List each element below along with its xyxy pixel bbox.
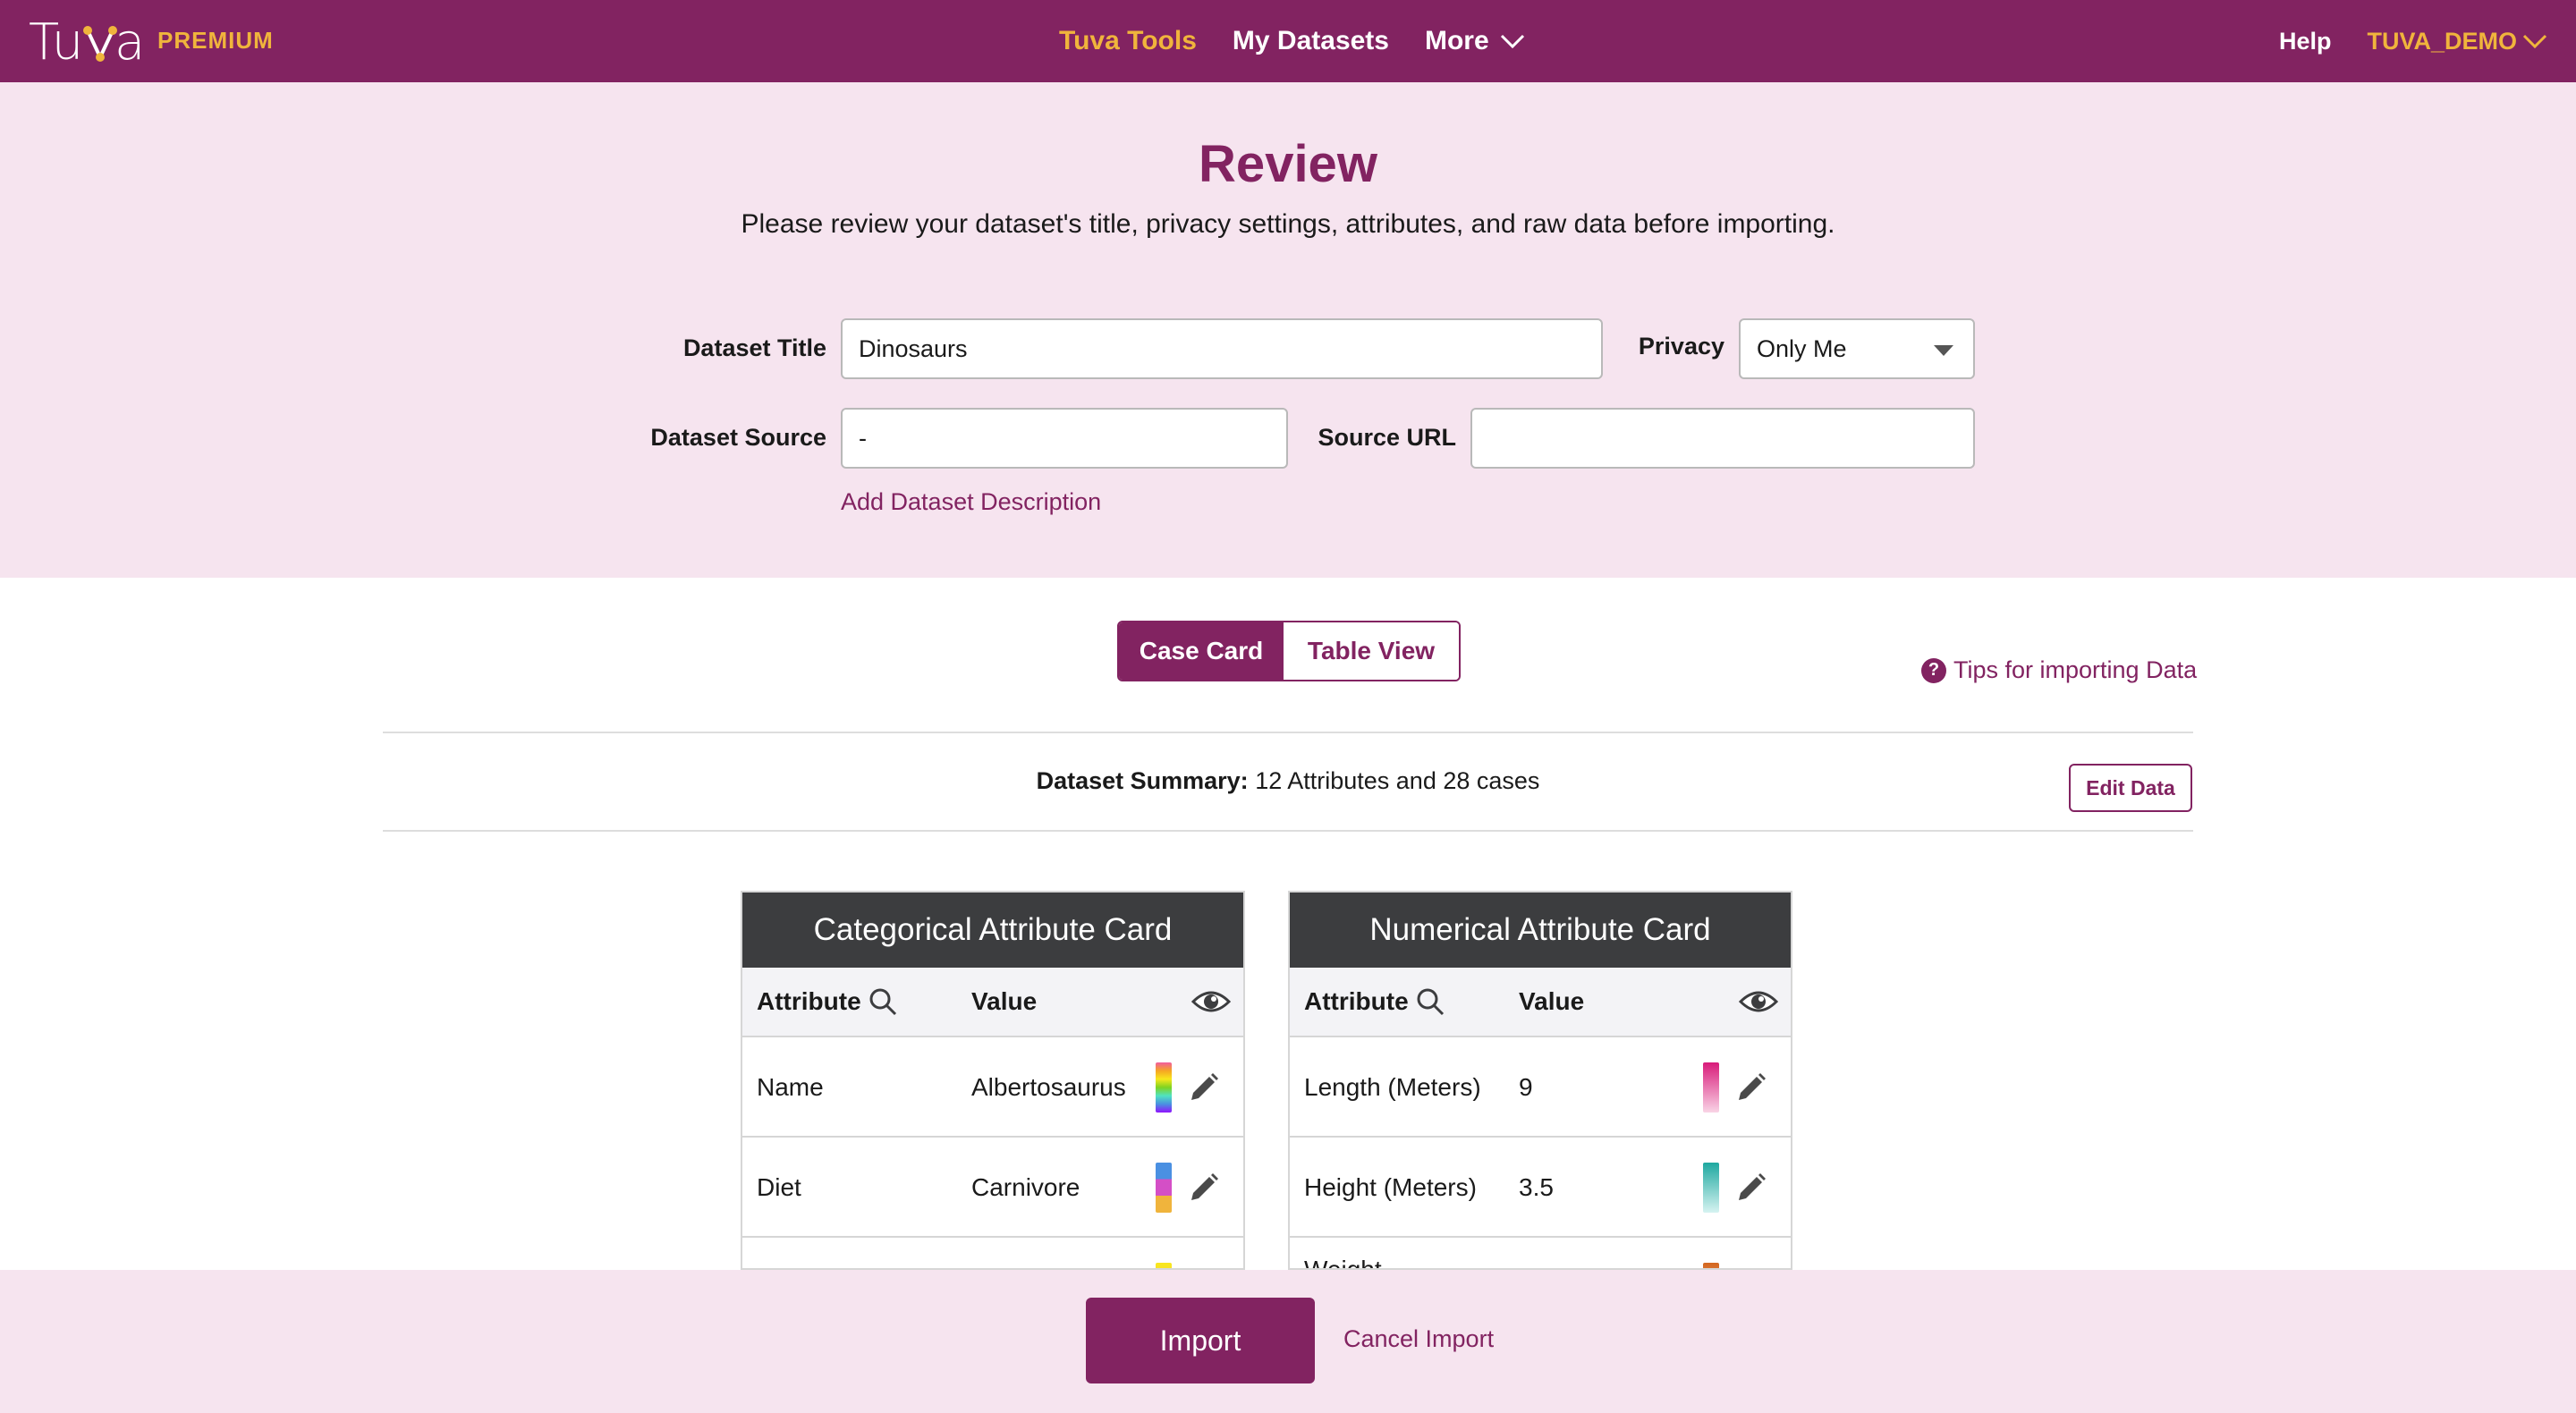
card-title: Categorical Attribute Card	[742, 893, 1243, 968]
tuva-logo[interactable]: Tu a	[29, 13, 154, 70]
user-name: TUVA_DEMO	[2367, 27, 2517, 55]
attribute-row: Height (Meters) 3.5	[1290, 1138, 1791, 1238]
attribute-name: Weight	[1304, 1256, 1382, 1270]
rainbow-palette-icon[interactable]	[1156, 1062, 1172, 1113]
privacy-select-value: Only Me	[1757, 334, 1847, 362]
search-icon	[869, 988, 896, 1016]
tips-link[interactable]: ? Tips for importing Data	[1921, 656, 2197, 684]
tuva-logo-mark: Tu a	[29, 13, 145, 70]
user-menu[interactable]: TUVA_DEMO	[2367, 28, 2547, 55]
dataset-title-input[interactable]: Dinosaurs	[841, 318, 1603, 379]
question-icon: ?	[1921, 657, 1946, 683]
help-link[interactable]: Help	[2279, 28, 2332, 55]
pencil-icon[interactable]	[1188, 1071, 1220, 1104]
attribute-value: 9	[1519, 1073, 1533, 1101]
dataset-source-input[interactable]: -	[841, 408, 1288, 469]
chevron-down-icon	[2522, 34, 2547, 49]
main-nav: Tuva Tools My Datasets More	[1059, 23, 1525, 59]
dataset-source-label: Dataset Source	[650, 424, 826, 451]
user-nav: Help TUVA_DEMO	[2279, 23, 2547, 59]
card-column-header: Attribute Value	[1290, 968, 1791, 1037]
attribute-name: Height (Meters)	[1304, 1173, 1477, 1201]
attribute-value: 3.5	[1519, 1173, 1554, 1201]
nav-tuva-tools[interactable]: Tuva Tools	[1059, 26, 1197, 56]
attribute-row: Length (Meters) 9	[1290, 1037, 1791, 1138]
pink-gradient-icon[interactable]	[1703, 1062, 1719, 1113]
attribute-value: Albertosaurus	[971, 1073, 1126, 1101]
search-icon	[1417, 988, 1444, 1016]
tips-label: Tips for importing Data	[1953, 656, 2198, 683]
attribute-row	[742, 1238, 1243, 1268]
attribute-name: Name	[757, 1073, 824, 1101]
import-button[interactable]: Import	[1086, 1298, 1315, 1383]
eye-icon[interactable]	[1738, 987, 1779, 1022]
value-column-label: Value	[1519, 987, 1585, 1015]
privacy-label: Privacy	[1638, 333, 1724, 360]
attribute-column-header[interactable]: Attribute	[757, 987, 897, 1016]
summary-text: 12 Attributes and 28 cases	[1255, 767, 1540, 794]
categorical-palette-icon[interactable]	[1156, 1163, 1172, 1213]
palette-icon[interactable]	[1156, 1263, 1172, 1268]
divider	[383, 830, 2193, 832]
premium-badge: PREMIUM	[157, 27, 274, 54]
pencil-icon[interactable]	[1735, 1172, 1767, 1204]
nav-more[interactable]: More	[1425, 26, 1525, 56]
eye-icon[interactable]	[1191, 987, 1232, 1022]
nav-my-datasets[interactable]: My Datasets	[1233, 26, 1389, 56]
privacy-select[interactable]: Only Me	[1739, 318, 1975, 379]
card-column-header: Attribute Value	[742, 968, 1243, 1037]
attribute-name: Diet	[757, 1173, 801, 1201]
teal-gradient-icon[interactable]	[1703, 1163, 1719, 1213]
summary-label: Dataset Summary:	[1036, 767, 1249, 794]
attribute-column-label: Attribute	[757, 987, 861, 1015]
card-title: Numerical Attribute Card	[1290, 893, 1791, 968]
nav-more-label: More	[1424, 26, 1489, 55]
svg-text:Tu: Tu	[29, 13, 83, 70]
chevron-down-icon	[1500, 34, 1524, 49]
view-toggle: Case Card Table View	[1117, 621, 1461, 681]
dropdown-caret-icon	[1934, 345, 1953, 356]
pencil-icon[interactable]	[1735, 1071, 1767, 1104]
table-view-tab[interactable]: Table View	[1284, 622, 1459, 680]
attribute-row: Diet Carnivore	[742, 1138, 1243, 1238]
page-title: Review	[1199, 135, 1377, 193]
divider	[383, 732, 2193, 733]
categorical-attribute-card: Categorical Attribute Card Attribute Val…	[741, 891, 1245, 1270]
top-nav: Tu a PREMIUM Tuva Tools My Datasets More…	[0, 0, 2576, 82]
source-url-label: Source URL	[1318, 424, 1456, 451]
attribute-name: Length (Meters)	[1304, 1073, 1481, 1101]
attribute-row: Name Albertosaurus	[742, 1037, 1243, 1138]
numerical-attribute-card: Numerical Attribute Card Attribute Value…	[1288, 891, 1792, 1270]
page-subtitle: Please review your dataset's title, priv…	[741, 209, 1835, 239]
cancel-import-link[interactable]: Cancel Import	[1343, 1325, 1494, 1353]
dataset-title-label: Dataset Title	[682, 334, 826, 361]
attribute-column-label: Attribute	[1304, 987, 1409, 1015]
svg-text:a: a	[114, 13, 145, 70]
pencil-icon[interactable]	[1188, 1172, 1220, 1204]
case-card-tab[interactable]: Case Card	[1119, 622, 1284, 680]
edit-data-button[interactable]: Edit Data	[2069, 764, 2192, 812]
attribute-column-header[interactable]: Attribute	[1304, 987, 1445, 1016]
value-column-label: Value	[971, 987, 1038, 1015]
attribute-row: Weight	[1290, 1238, 1791, 1270]
add-dataset-description-link[interactable]: Add Dataset Description	[841, 488, 1101, 516]
attribute-value: Carnivore	[971, 1173, 1080, 1201]
orange-gradient-icon[interactable]	[1703, 1263, 1719, 1268]
source-url-input[interactable]	[1470, 408, 1975, 469]
